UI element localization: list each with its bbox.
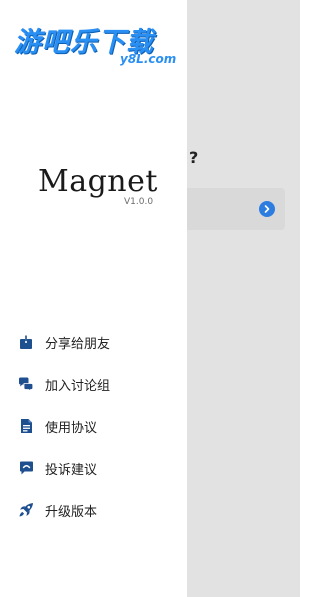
chevron-right-icon[interactable] xyxy=(259,201,275,217)
app-version: V1.0.0 xyxy=(124,197,154,207)
share-icon xyxy=(18,334,34,350)
menu-item-label: 投诉建议 xyxy=(45,462,98,478)
menu-item-label: 升级版本 xyxy=(45,504,98,520)
menu-item-feedback[interactable]: 投诉建议 xyxy=(0,447,187,489)
background-question-mark: ? xyxy=(189,148,199,167)
app-logo-text: Magnet xyxy=(38,164,158,199)
menu-item-user-agreement[interactable]: 使用协议 xyxy=(0,405,187,447)
menu-item-discussion-group[interactable]: 加入讨论组 xyxy=(0,363,187,405)
menu-item-share[interactable]: 分享给朋友 xyxy=(0,321,187,363)
navigation-drawer: 游吧乐下载 y8L.com Magnet V1.0.0 分享给朋友 加入讨论组 … xyxy=(0,0,187,597)
watermark: 游吧乐下载 y8L.com xyxy=(14,20,184,66)
menu-item-label: 分享给朋友 xyxy=(45,336,111,352)
document-icon xyxy=(18,418,34,434)
menu-item-label: 加入讨论组 xyxy=(45,378,111,394)
menu-item-label: 使用协议 xyxy=(45,420,98,436)
rocket-icon xyxy=(18,502,34,518)
menu-item-upgrade[interactable]: 升级版本 xyxy=(0,489,187,531)
chat-bubbles-icon xyxy=(18,376,34,392)
app-logo: Magnet V1.0.0 xyxy=(38,164,158,208)
drawer-scrim[interactable] xyxy=(187,0,300,597)
watermark-sub-text: y8L.com xyxy=(120,52,177,66)
feedback-icon xyxy=(18,460,34,476)
